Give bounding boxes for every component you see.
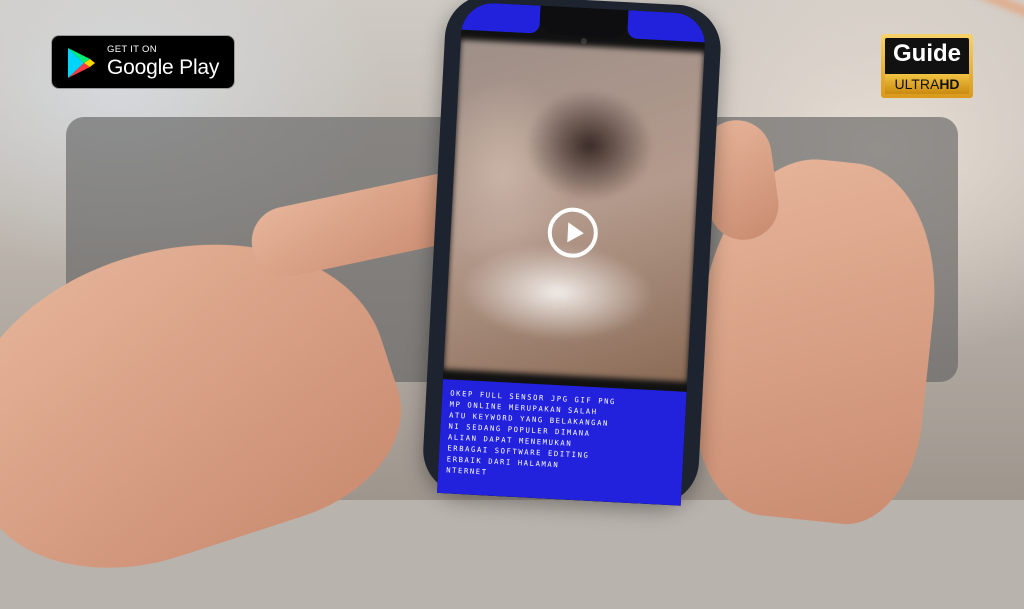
background-stripe bbox=[713, 0, 1024, 49]
phone-notch bbox=[539, 5, 629, 39]
status-bar-right bbox=[627, 10, 707, 43]
badge-store-name: Google Play bbox=[107, 56, 220, 79]
guide-logo-inner: Guide ULTRAHD bbox=[885, 38, 969, 94]
description-line: NTERNET bbox=[445, 465, 488, 477]
guide-subtitle-light: ULTRA bbox=[894, 76, 940, 92]
badge-top-text: GET IT ON bbox=[107, 44, 157, 55]
google-play-badge[interactable]: GET IT ON Google Play bbox=[51, 35, 235, 89]
front-camera bbox=[580, 37, 588, 45]
description-text: OKEP FULL SENSOR JPG GIF PNG MP ONLINE M… bbox=[436, 379, 687, 506]
phone-screen: OKEP FULL SENSOR JPG GIF PNG MP ONLINE M… bbox=[436, 1, 707, 506]
guide-subtitle: ULTRAHD bbox=[885, 74, 969, 94]
guide-title: Guide bbox=[892, 40, 961, 67]
phone-device: OKEP FULL SENSOR JPG GIF PNG MP ONLINE M… bbox=[421, 0, 723, 507]
guide-logo: Guide ULTRAHD bbox=[881, 34, 973, 98]
status-bar-left bbox=[461, 1, 541, 34]
google-play-icon bbox=[68, 48, 95, 78]
guide-subtitle-bold: HD bbox=[939, 76, 960, 92]
play-triangle bbox=[567, 222, 585, 244]
